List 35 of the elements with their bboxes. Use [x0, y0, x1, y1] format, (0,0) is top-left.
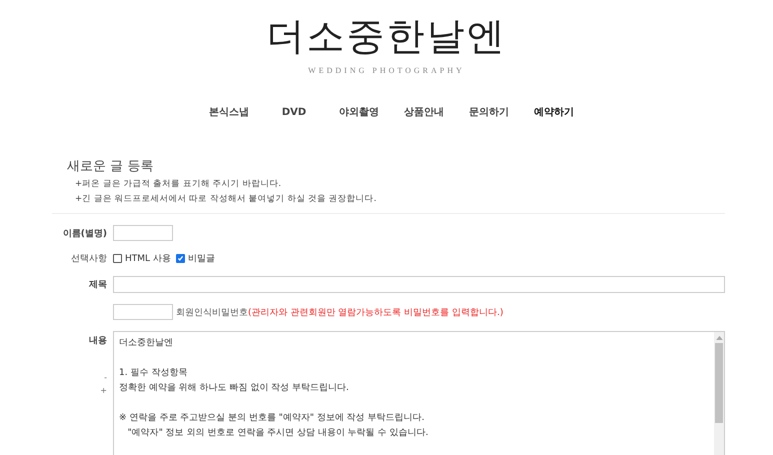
content-line: ※ 연락을 주로 주고받으실 분의 번호를 "예약자" 정보에 작성 부탁드립니다.: [119, 412, 426, 425]
name-field[interactable]: [113, 225, 173, 241]
option-label: HTML 사용: [125, 253, 171, 265]
form-heading: 새로운 글 등록: [67, 158, 154, 175]
checkbox[interactable]: [113, 254, 122, 263]
nav-link[interactable]: 상품안내: [392, 105, 456, 119]
content-label: 내용: [89, 335, 107, 347]
nav-link[interactable]: 본식스냅: [196, 105, 262, 119]
logo-subtitle: WEDDING PHOTOGRAPHY: [308, 66, 465, 75]
resize-control[interactable]: -: [104, 373, 107, 382]
scroll-thumb[interactable]: [715, 343, 723, 423]
subject-label: 제목: [88, 279, 107, 291]
nav-link[interactable]: 예약하기: [522, 105, 586, 119]
name-label: 이름(별명): [62, 228, 107, 240]
options-label: 선택사항: [70, 253, 107, 265]
logo-title: 더소중한날엔: [266, 13, 506, 60]
nav-link[interactable]: DVD: [262, 107, 326, 118]
password-label: 회원인식비밀번호: [176, 306, 248, 318]
resize-control[interactable]: +: [100, 386, 107, 395]
password-hint: (관리자와 관련회원만 열람가능하도록 비밀번호를 입력합니다.): [248, 306, 504, 318]
nav-link[interactable]: 문의하기: [456, 105, 522, 119]
notice-text: +퍼온 글은 가급적 출처를 표기해 주시기 바랍니다.: [75, 178, 282, 190]
nav-link[interactable]: 야외촬영: [326, 105, 392, 119]
option-label: 비밀글: [188, 253, 215, 265]
content-line: 1. 필수 작성항목: [119, 367, 188, 380]
content-line: 정확한 예약을 위해 하나도 빠짐 없이 작성 부탁드립니다.: [119, 382, 350, 395]
scroll-up-icon[interactable]: [716, 335, 722, 340]
checkbox[interactable]: [176, 254, 185, 263]
content-line: 더소중한날엔: [119, 337, 174, 350]
notice-text: +긴 글은 워드프로세서에서 따로 작성해서 붙여넣기 하실 것을 권장합니다.: [75, 193, 378, 205]
content-line: "예약자" 정보 외의 번호로 연락을 주시면 상담 내용이 누락될 수 있습니다.: [126, 427, 430, 440]
subject-field[interactable]: [113, 276, 725, 293]
content-editor[interactable]: 더소중한날엔 1. 필수 작성항목 정확한 예약을 위해 하나도 빠짐 없이 작성 부탁드립니다. ※ 연락을 주로 주고받으실 분의 번호를 "예약자" 정보에 작성 부탁드립니다. "예약자" 정보 외의 번호로 연락을 주시면 상담 내용이 누락될 수 있습니다.: [113, 331, 725, 455]
scrollbar[interactable]: [714, 332, 724, 455]
password-field[interactable]: [113, 304, 173, 320]
